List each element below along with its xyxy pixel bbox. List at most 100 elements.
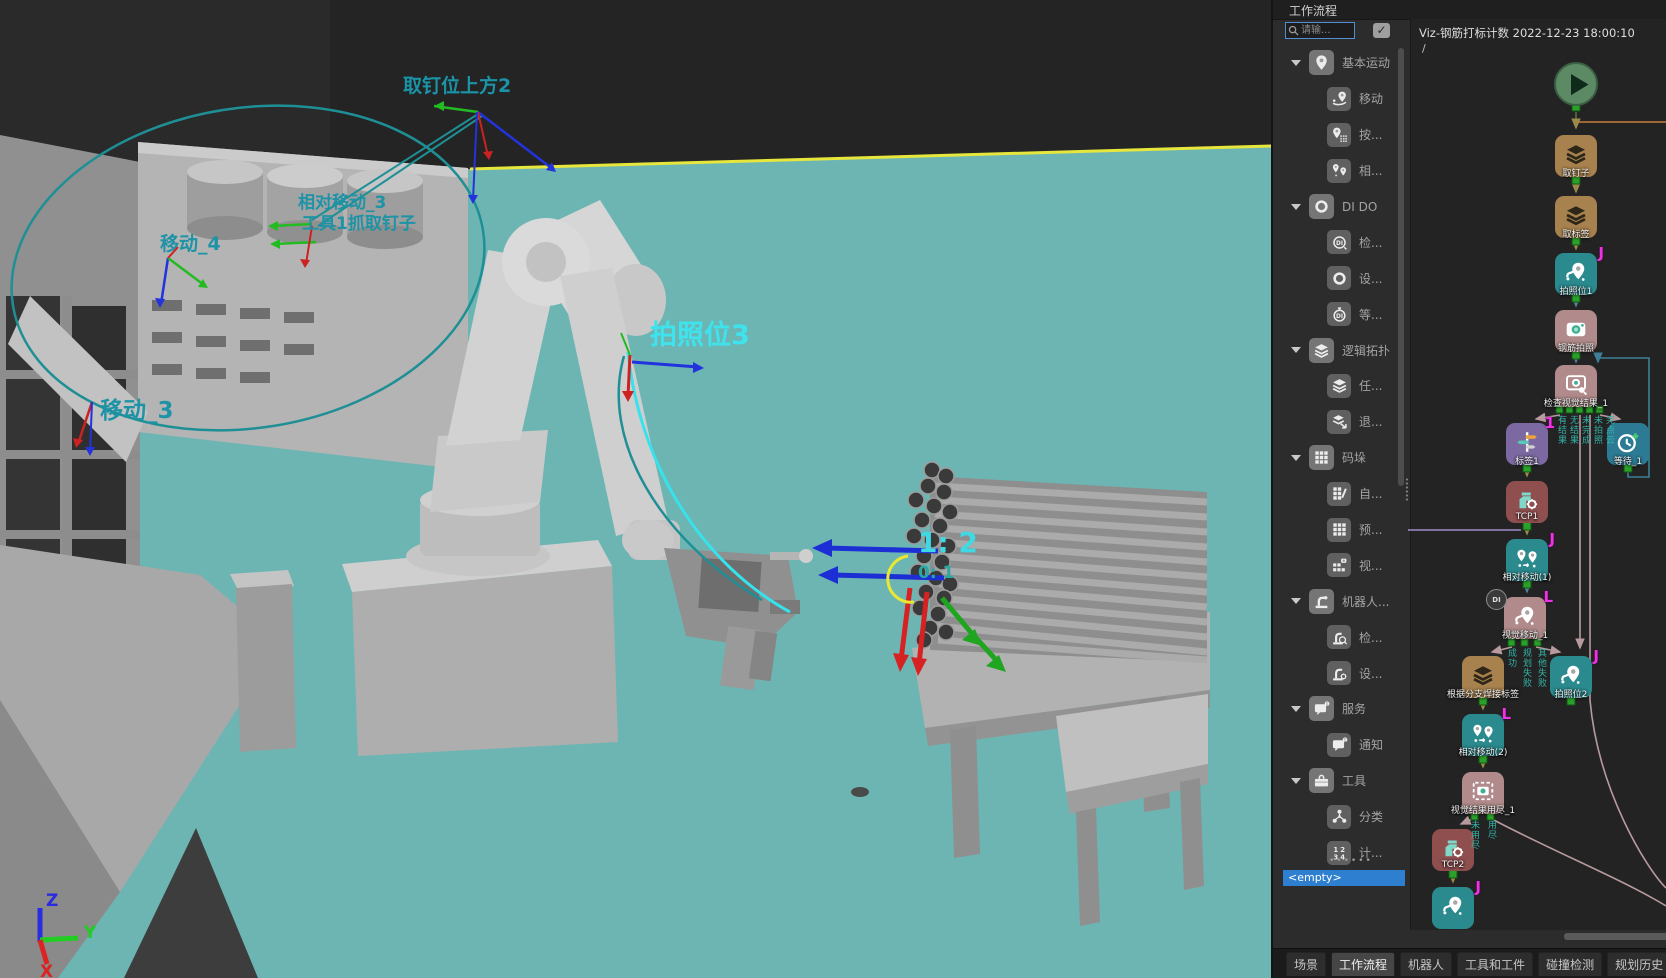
- tab-4[interactable]: 碰撞检测: [1538, 952, 1602, 976]
- tree-item-label: 等...: [1359, 306, 1382, 323]
- collapse-triangle-icon[interactable]: [1291, 60, 1301, 66]
- node-label: 等待_1: [1614, 454, 1642, 467]
- label-move-4: 移动_4: [160, 232, 221, 255]
- tree-item-3-2[interactable]: 视...: [1283, 547, 1397, 583]
- tree-section-2[interactable]: 逻辑拓扑: [1283, 332, 1397, 368]
- workflow-node-vision-move-1[interactable]: L视觉移动_1: [1504, 597, 1546, 639]
- tree-item-label: 相...: [1359, 162, 1382, 179]
- tree-section-6[interactable]: 工具: [1283, 763, 1397, 799]
- tree-item-5-0[interactable]: 1通知: [1283, 727, 1397, 763]
- tree-item-0-0[interactable]: 移动: [1283, 81, 1397, 117]
- tree-section-4[interactable]: 机器人...: [1283, 583, 1397, 619]
- collapse-triangle-icon[interactable]: [1291, 347, 1301, 353]
- tree-item-label: 按...: [1359, 126, 1382, 143]
- tree-section-5[interactable]: 1服务: [1283, 691, 1397, 727]
- tree-item-label: 设...: [1359, 270, 1382, 287]
- tree-item-label: 退...: [1359, 413, 1382, 430]
- start-node[interactable]: [1554, 62, 1598, 106]
- small-table: [1056, 694, 1208, 926]
- tree-item-0-1[interactable]: 按...: [1283, 117, 1397, 153]
- workflow-node-label-1[interactable]: 1标签1: [1506, 423, 1548, 465]
- tree-resize-handle[interactable]: ••••••: [1329, 856, 1369, 866]
- tree-section-label: DI DO: [1342, 200, 1377, 214]
- search-row: ✓: [1283, 22, 1408, 40]
- workflow-graph-title: Viz-钢筋打标计数 2022-12-23 18:00:10: [1419, 25, 1635, 41]
- workflow-node-rebar-photo[interactable]: 钢筋拍照: [1555, 310, 1597, 352]
- tab-0[interactable]: 场景: [1286, 952, 1326, 976]
- tab-5[interactable]: 规划历史: [1607, 952, 1666, 976]
- tree-section-0[interactable]: 基本运动: [1283, 45, 1397, 81]
- workflow-node-rel-move-2[interactable]: L相对移动(2): [1462, 714, 1504, 756]
- tree-item-label: 检...: [1359, 629, 1382, 646]
- tree-item-4-1[interactable]: 设...: [1283, 655, 1397, 691]
- workflow-node-pick-pin[interactable]: 取钉子: [1555, 135, 1597, 177]
- node-label: 取标签: [1562, 227, 1589, 240]
- tree-item-3-0[interactable]: 自...: [1283, 476, 1397, 512]
- workflow-node-check-vision-result[interactable]: 检查视觉结果_1: [1555, 365, 1597, 407]
- axis-x-label: X: [40, 962, 53, 978]
- tab-3[interactable]: 工具和工件: [1457, 952, 1533, 976]
- node-label: 根据分支焊接标签: [1447, 687, 1519, 700]
- workflow-node-move-end[interactable]: J: [1432, 887, 1474, 929]
- label-move-3: 移动_3: [100, 398, 174, 424]
- bottom-tab-bar: 场景工作流程机器人工具和工件碰撞检测规划历史其他: [1273, 948, 1666, 978]
- svg-text:1: 1: [1326, 702, 1329, 708]
- tree-section-label: 机器人...: [1342, 593, 1389, 610]
- search-box[interactable]: [1285, 22, 1355, 39]
- label-photo-pos-3: 拍照位3: [650, 319, 750, 351]
- label-rel-move-3: 相对移动_3: [298, 192, 386, 213]
- workflow-node-branch-weld-label[interactable]: 根据分支焊接标签: [1462, 656, 1504, 698]
- workflow-node-pick-label[interactable]: 取标签: [1555, 196, 1597, 238]
- graph-horizontal-scrollbar[interactable]: [1564, 933, 1666, 940]
- tree-item-4-0[interactable]: 检...: [1283, 619, 1397, 655]
- tree-item-1-1[interactable]: 设...: [1283, 260, 1397, 296]
- robot-gripper: [664, 548, 813, 690]
- search-input[interactable]: [1299, 24, 1347, 37]
- tab-2[interactable]: 机器人: [1400, 952, 1452, 976]
- tree-item-1-0[interactable]: DI检...: [1283, 224, 1397, 260]
- tree-item-2-1[interactable]: 退...: [1283, 404, 1397, 440]
- workflow-node-rel-move-1[interactable]: J相对移动(1): [1506, 539, 1548, 581]
- tree-section-label: 基本运动: [1342, 54, 1390, 71]
- tree-item-label: 视...: [1359, 557, 1382, 574]
- workflow-node-tcp-1[interactable]: TCP1: [1506, 481, 1548, 523]
- pallet-icon: [1327, 518, 1351, 542]
- ring-icon: [1309, 194, 1334, 219]
- workflow-node-wait-1[interactable]: 等待_1: [1607, 423, 1649, 465]
- tree-item-label: 分类: [1359, 808, 1383, 825]
- tree-section-3[interactable]: 码垛: [1283, 440, 1397, 476]
- node-badge: J: [1593, 647, 1599, 665]
- 3d-viewport[interactable]: 取钉位上方2 相对移动_3 工具1抓取钉子 移动_4 移动_3 拍照位3 1: …: [0, 0, 1271, 978]
- panel-title: 工作流程: [1289, 2, 1337, 19]
- empty-list-item[interactable]: <empty>: [1283, 870, 1405, 886]
- tree-item-label: 任...: [1359, 377, 1382, 394]
- tree-scrollbar[interactable]: [1398, 48, 1404, 486]
- search-filter-checkbox[interactable]: ✓: [1373, 23, 1390, 38]
- tree-item-2-0[interactable]: 任...: [1283, 368, 1397, 404]
- tree-item-3-1[interactable]: 预...: [1283, 512, 1397, 548]
- node-badge: J: [1475, 878, 1481, 896]
- collapse-triangle-icon[interactable]: [1291, 204, 1301, 210]
- node-badge: J: [1598, 244, 1604, 262]
- workflow-node-vision-exhausted[interactable]: 视觉结果用尽_1: [1462, 772, 1504, 814]
- workflow-graph-pane[interactable]: Viz-钢筋打标计数 2022-12-23 18:00:10 / Zoom 58…: [1410, 19, 1666, 930]
- collapse-triangle-icon[interactable]: [1291, 598, 1301, 604]
- tree-item-1-2[interactable]: DI 等...: [1283, 296, 1397, 332]
- collapse-triangle-icon[interactable]: [1291, 706, 1301, 712]
- toolbox-icon: [1309, 768, 1334, 793]
- svg-text:DI: DI: [1335, 314, 1342, 320]
- collapse-triangle-icon[interactable]: [1291, 778, 1301, 784]
- tree-item-label: 检...: [1359, 234, 1382, 251]
- workflow-node-tcp-2[interactable]: TCP2: [1432, 829, 1474, 871]
- collapse-triangle-icon[interactable]: [1291, 455, 1301, 461]
- di-helper-badge[interactable]: DI: [1486, 589, 1507, 610]
- tree-item-6-0[interactable]: 分类: [1283, 799, 1397, 835]
- node-badge: 1: [1545, 414, 1555, 432]
- workflow-node-photo-pos-1[interactable]: J拍照位1: [1555, 253, 1597, 295]
- workflow-node-photo-pos-2[interactable]: J拍照位2: [1550, 656, 1592, 698]
- tree-section-1[interactable]: DI DO: [1283, 189, 1397, 225]
- floor-hole: [851, 787, 869, 797]
- node-label: TCP1: [1516, 512, 1538, 522]
- tab-1[interactable]: 工作流程: [1331, 952, 1395, 976]
- tree-item-0-2[interactable]: 相...: [1283, 153, 1397, 189]
